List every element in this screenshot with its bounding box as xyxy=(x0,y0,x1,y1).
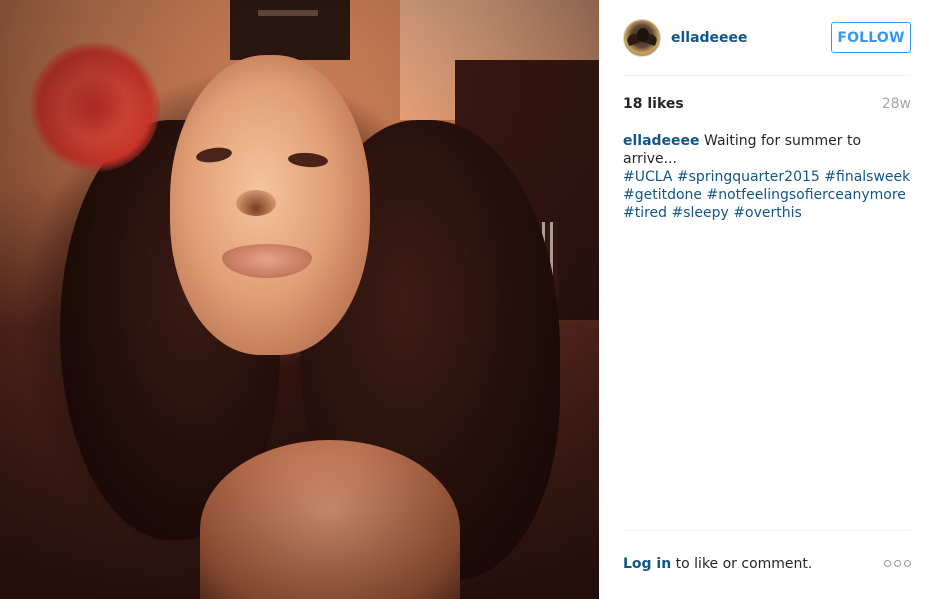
hashtag[interactable]: #finalsweek xyxy=(824,169,910,185)
hashtag[interactable]: #UCLA xyxy=(623,169,672,185)
post-caption: elladeeee Waiting for summer to arrive..… xyxy=(623,132,911,222)
post-stats: 18 likes 28w xyxy=(623,94,911,114)
hashtag[interactable]: #overthis xyxy=(733,205,802,221)
hashtag[interactable]: #sleepy xyxy=(672,205,729,221)
login-prompt: Log in to like or comment. xyxy=(623,556,812,572)
more-options-icon[interactable] xyxy=(884,560,911,567)
likes-count[interactable]: 18 likes xyxy=(623,96,684,112)
post-footer: Log in to like or comment. xyxy=(623,530,911,599)
hashtag[interactable]: #notfeelingsofierceanymore xyxy=(707,187,906,203)
hashtag[interactable]: #tired xyxy=(623,205,667,221)
post-photo[interactable] xyxy=(0,0,599,599)
avatar[interactable] xyxy=(623,18,661,57)
hashtag[interactable]: #getitdone xyxy=(623,187,702,203)
username-link[interactable]: elladeeee xyxy=(671,30,831,46)
caption-username[interactable]: elladeeee xyxy=(623,133,700,149)
post-age[interactable]: 28w xyxy=(882,96,911,112)
post-sidebar: elladeeee FOLLOW 18 likes 28w elladeeee … xyxy=(599,0,935,599)
hashtag[interactable]: #springquarter2015 xyxy=(677,169,820,185)
follow-button[interactable]: FOLLOW xyxy=(831,22,911,53)
instagram-post: elladeeee FOLLOW 18 likes 28w elladeeee … xyxy=(0,0,935,599)
post-header: elladeeee FOLLOW xyxy=(623,0,911,76)
login-prompt-text: to like or comment. xyxy=(675,555,813,572)
login-link[interactable]: Log in xyxy=(623,556,671,572)
